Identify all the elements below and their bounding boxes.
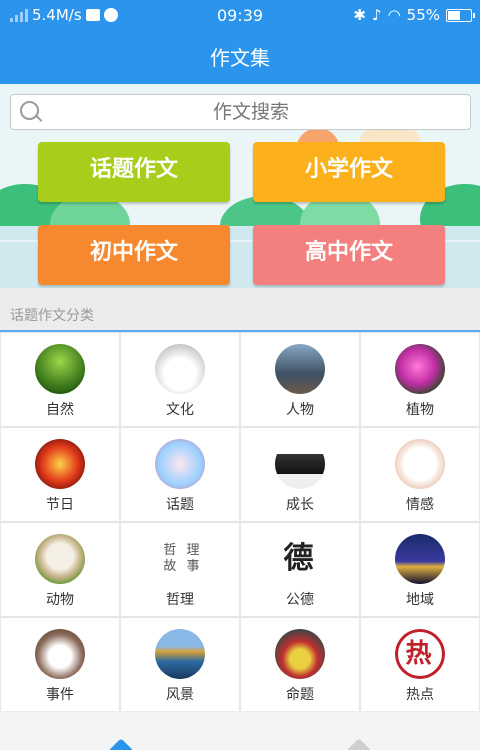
status-bar: 5.4M/s 09:39 ✱ ♪ ◠ 55% bbox=[0, 0, 480, 32]
topic-item[interactable]: 地域 bbox=[361, 523, 479, 616]
banner: 话题作文 小学作文 初中作文 高中作文 bbox=[0, 84, 480, 288]
topic-item[interactable]: 自然 bbox=[1, 333, 119, 426]
virtue-icon: 德 bbox=[275, 534, 325, 584]
topic-thumb-text: 热 bbox=[395, 629, 445, 679]
wifi-icon: ◠ bbox=[387, 6, 401, 24]
search-input[interactable] bbox=[51, 95, 451, 129]
topic-item[interactable]: 话题 bbox=[121, 428, 239, 521]
topic-label: 哲理 bbox=[166, 592, 194, 608]
people-icon bbox=[275, 439, 325, 489]
topic-label: 热点 bbox=[406, 687, 434, 703]
topic-item[interactable]: 节日 bbox=[1, 428, 119, 521]
topic-label: 话题 bbox=[166, 497, 194, 513]
battery-percent: 55% bbox=[406, 6, 440, 24]
search-bar[interactable] bbox=[10, 94, 471, 130]
topic-item[interactable]: 命题 bbox=[241, 618, 359, 711]
city-icon bbox=[395, 534, 445, 584]
category-junior-essay-button[interactable]: 初中作文 bbox=[38, 225, 230, 285]
topic-item[interactable]: 文化 bbox=[121, 333, 239, 426]
topic-item[interactable]: 人物 bbox=[241, 333, 359, 426]
topic-thumb-text: 哲 理 故 事 bbox=[163, 543, 203, 574]
topic-label: 成长 bbox=[286, 497, 314, 513]
topic-grid: 自然 文化 人物 植物 节日 话题 成长 情感 动物哲 理 故 事哲理德公德 地域 事件 风景 命题热热… bbox=[0, 330, 480, 711]
topic-item[interactable]: 动物 bbox=[1, 523, 119, 616]
topic-label: 文化 bbox=[166, 402, 194, 418]
topic-label: 公德 bbox=[286, 592, 314, 608]
topic-label: 人物 bbox=[286, 402, 314, 418]
philosophy-icon: 哲 理 故 事 bbox=[155, 534, 205, 584]
topic-label: 节日 bbox=[46, 497, 74, 513]
topic-item[interactable]: 情感 bbox=[361, 428, 479, 521]
section-title: 话题作文分类 bbox=[10, 308, 94, 324]
topic-label: 动物 bbox=[46, 592, 74, 608]
topic-label: 植物 bbox=[406, 402, 434, 418]
culture-icon bbox=[155, 344, 205, 394]
page-title: 作文集 bbox=[0, 32, 480, 84]
flower-icon bbox=[395, 344, 445, 394]
grass-icon bbox=[35, 344, 85, 394]
person-icon bbox=[275, 344, 325, 394]
category-senior-essay-button[interactable]: 高中作文 bbox=[253, 225, 445, 285]
topic-label: 事件 bbox=[46, 687, 74, 703]
topic-item[interactable]: 植物 bbox=[361, 333, 479, 426]
bluetooth-icon: ✱ bbox=[353, 6, 366, 24]
search-icon[interactable] bbox=[20, 101, 46, 125]
topic-label: 地域 bbox=[406, 592, 434, 608]
topic-item[interactable]: 成长 bbox=[241, 428, 359, 521]
topic-label: 情感 bbox=[406, 497, 434, 513]
category-topic-essay-button[interactable]: 话题作文 bbox=[38, 142, 230, 202]
mute-icon: ♪ bbox=[371, 6, 382, 24]
puppy-icon bbox=[35, 534, 85, 584]
topic-item[interactable]: 热热点 bbox=[361, 618, 479, 711]
hot-icon: 热 bbox=[395, 629, 445, 679]
fingers-icon bbox=[395, 439, 445, 489]
pencils-icon bbox=[275, 629, 325, 679]
category-primary-essay-button[interactable]: 小学作文 bbox=[253, 142, 445, 202]
topic-item[interactable]: 事件 bbox=[1, 618, 119, 711]
topic-item[interactable]: 哲 理 故 事哲理 bbox=[121, 523, 239, 616]
battery-icon bbox=[446, 8, 475, 22]
bottom-tab-bar bbox=[0, 712, 480, 750]
topic-label: 风景 bbox=[166, 687, 194, 703]
lantern-icon bbox=[35, 439, 85, 489]
topic-item[interactable]: 德公德 bbox=[241, 523, 359, 616]
topic-label: 自然 bbox=[46, 402, 74, 418]
chat-icon bbox=[155, 439, 205, 489]
second-tab-icon[interactable] bbox=[346, 738, 372, 750]
home-tab-icon[interactable] bbox=[108, 738, 134, 750]
topic-thumb-text: 德 bbox=[283, 541, 317, 576]
topic-item[interactable]: 风景 bbox=[121, 618, 239, 711]
landscape-icon bbox=[155, 629, 205, 679]
topic-label: 命题 bbox=[286, 687, 314, 703]
writing-icon bbox=[35, 629, 85, 679]
